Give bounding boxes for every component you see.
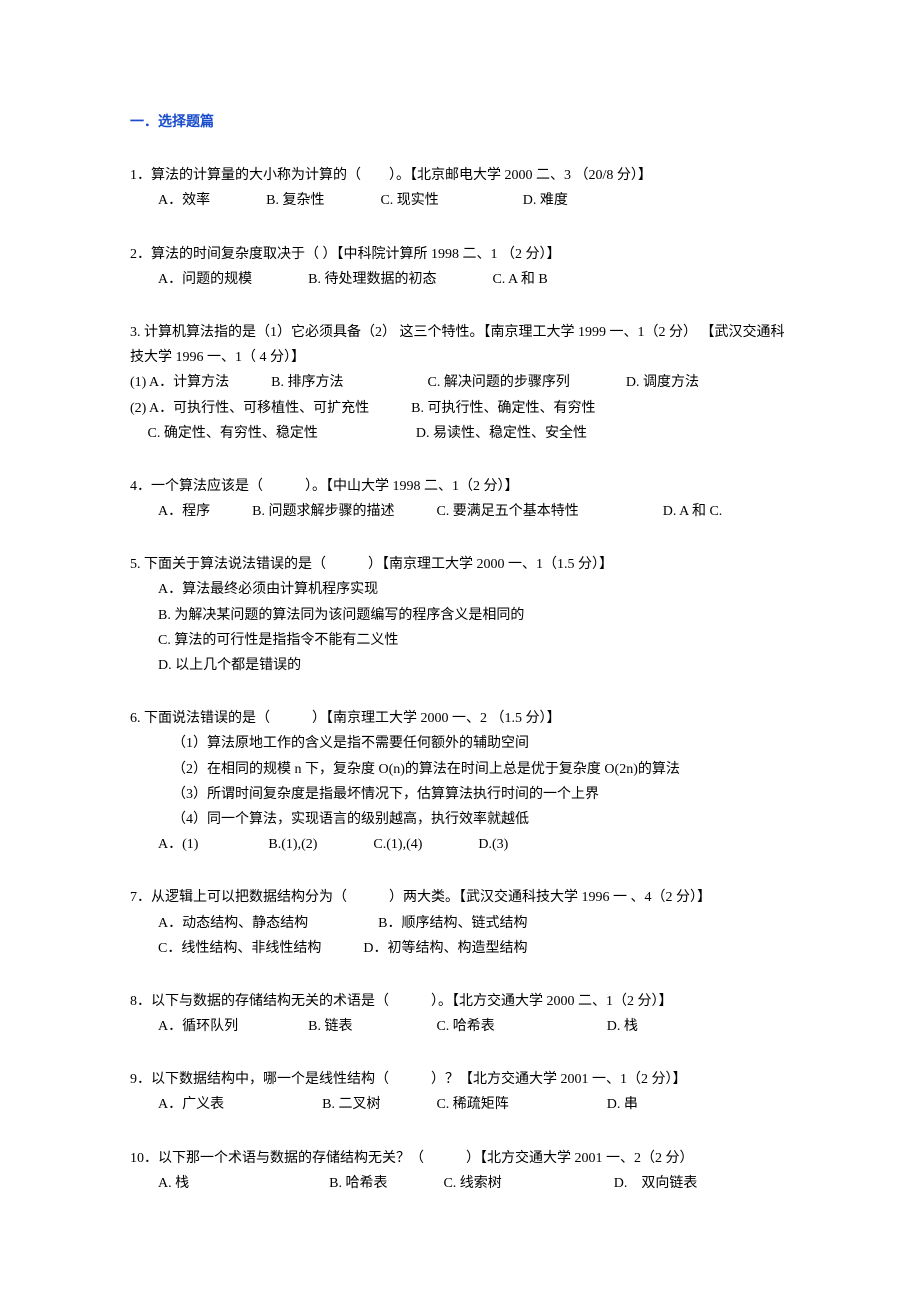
question-options: A．循环队列 B. 链表 C. 哈希表 D. 栈 <box>130 1014 790 1039</box>
question-2: 2．算法的时间复杂度取决于（ ）【中科院计算所 1998 二、1 （2 分）】 … <box>130 242 790 292</box>
question-text: 3. 计算机算法指的是（1）它必须具备（2） 这三个特性。【南京理工大学 199… <box>130 320 790 370</box>
question-option-c: C. 算法的可行性是指指令不能有二义性 <box>130 628 790 653</box>
question-text: 8．以下与数据的存储结构无关的术语是（ ）。【北方交通大学 2000 二、1（2… <box>130 989 790 1014</box>
question-5: 5. 下面关于算法说法错误的是（ ）【南京理工大学 2000 一、1（1.5 分… <box>130 552 790 678</box>
question-option-d: D. 以上几个都是错误的 <box>130 653 790 678</box>
question-options: A．问题的规模 B. 待处理数据的初态 C. A 和 B <box>130 267 790 292</box>
question-8: 8．以下与数据的存储结构无关的术语是（ ）。【北方交通大学 2000 二、1（2… <box>130 989 790 1039</box>
question-options: A．程序 B. 问题求解步骤的描述 C. 要满足五个基本特性 D. A 和 C. <box>130 499 790 524</box>
question-options-ab: A．动态结构、静态结构 B．顺序结构、链式结构 <box>130 911 790 936</box>
question-options-cd: C．线性结构、非线性结构 D．初等结构、构造型结构 <box>130 936 790 961</box>
question-statement-4: （4）同一个算法，实现语言的级别越高，执行效率就越低 <box>130 807 790 832</box>
question-7: 7．从逻辑上可以把数据结构分为（ ）两大类。【武汉交通科技大学 1996 一 、… <box>130 885 790 961</box>
question-10: 10．以下那一个术语与数据的存储结构无关？（ ）【北方交通大学 2001 一、2… <box>130 1146 790 1196</box>
question-options: A．效率 B. 复杂性 C. 现实性 D. 难度 <box>130 188 790 213</box>
question-text: 9．以下数据结构中，哪一个是线性结构（ ）？【北方交通大学 2001 一、1（2… <box>130 1067 790 1092</box>
question-text: 5. 下面关于算法说法错误的是（ ）【南京理工大学 2000 一、1（1.5 分… <box>130 552 790 577</box>
question-sub-option: (2) A．可执行性、可移植性、可扩充性 B. 可执行性、确定性、有穷性 <box>130 396 790 421</box>
section-title: 一．选择题篇 <box>130 110 790 135</box>
question-text: 2．算法的时间复杂度取决于（ ）【中科院计算所 1998 二、1 （2 分）】 <box>130 242 790 267</box>
question-6: 6. 下面说法错误的是（ ）【南京理工大学 2000 一、2 （1.5 分）】 … <box>130 706 790 857</box>
question-sub-option: C. 确定性、有穷性、稳定性 D. 易读性、稳定性、安全性 <box>130 421 790 446</box>
question-text: 4．一个算法应该是（ ）。【中山大学 1998 二、1（2 分）】 <box>130 474 790 499</box>
question-text: 6. 下面说法错误的是（ ）【南京理工大学 2000 一、2 （1.5 分）】 <box>130 706 790 731</box>
question-statement-1: （1）算法原地工作的含义是指不需要任何额外的辅助空间 <box>130 731 790 756</box>
question-4: 4．一个算法应该是（ ）。【中山大学 1998 二、1（2 分）】 A．程序 B… <box>130 474 790 524</box>
question-options: A．广义表 B. 二叉树 C. 稀疏矩阵 D. 串 <box>130 1092 790 1117</box>
question-statement-2: （2）在相同的规模 n 下，复杂度 O(n)的算法在时间上总是优于复杂度 O(2… <box>130 757 790 782</box>
question-9: 9．以下数据结构中，哪一个是线性结构（ ）？【北方交通大学 2001 一、1（2… <box>130 1067 790 1117</box>
question-text: 1．算法的计算量的大小称为计算的（ ）。【北京邮电大学 2000 二、3 （20… <box>130 163 790 188</box>
question-text: 10．以下那一个术语与数据的存储结构无关？（ ）【北方交通大学 2001 一、2… <box>130 1146 790 1171</box>
question-option-b: B. 为解决某问题的算法同为该问题编写的程序含义是相同的 <box>130 603 790 628</box>
question-statement-3: （3）所谓时间复杂度是指最坏情况下，估算算法执行时间的一个上界 <box>130 782 790 807</box>
question-3: 3. 计算机算法指的是（1）它必须具备（2） 这三个特性。【南京理工大学 199… <box>130 320 790 446</box>
question-options: A．(1) B.(1),(2) C.(1),(4) D.(3) <box>130 832 790 857</box>
question-1: 1．算法的计算量的大小称为计算的（ ）。【北京邮电大学 2000 二、3 （20… <box>130 163 790 213</box>
question-option-a: A．算法最终必须由计算机程序实现 <box>130 577 790 602</box>
question-text: 7．从逻辑上可以把数据结构分为（ ）两大类。【武汉交通科技大学 1996 一 、… <box>130 885 790 910</box>
question-options: A. 栈 B. 哈希表 C. 线索树 D. 双向链表 <box>130 1171 790 1196</box>
question-sub-option: (1) A．计算方法 B. 排序方法 C. 解决问题的步骤序列 D. 调度方法 <box>130 370 790 395</box>
